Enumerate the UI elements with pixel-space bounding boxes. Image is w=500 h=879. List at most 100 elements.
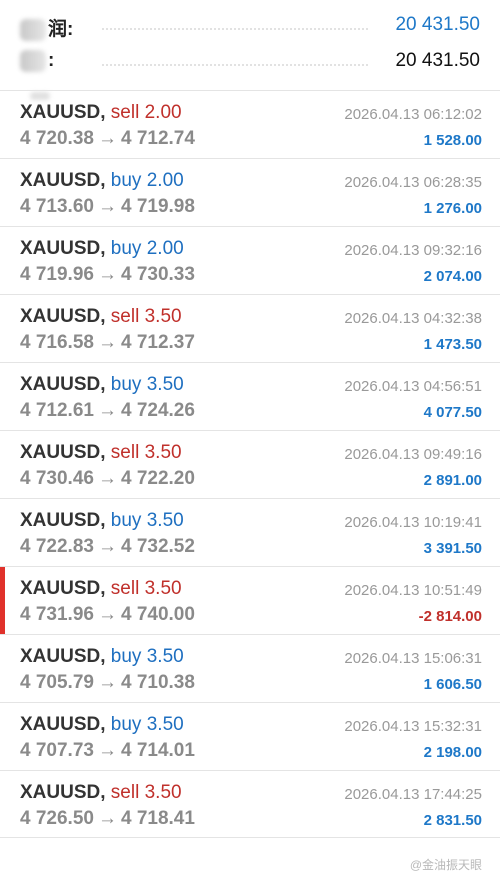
trade-title: XAUUSD, buy 3.50 xyxy=(20,714,184,736)
trade-side: sell xyxy=(110,102,140,123)
trade-symbol: XAUUSD xyxy=(20,170,101,191)
trade-prices: 4 720.38 → 4 712.74 xyxy=(20,128,195,150)
trade-row[interactable]: XAUUSD, sell 3.50 4 730.46 → 4 722.20 2026… xyxy=(0,430,500,498)
separator: , xyxy=(100,442,111,463)
summary-value-balance: 20 431.50 xyxy=(395,50,480,71)
trade-time: 2026.04.13 04:32:38 xyxy=(344,310,482,327)
trade-time: 2026.04.13 15:32:31 xyxy=(344,718,482,735)
separator: , xyxy=(100,782,111,803)
trade-symbol: XAUUSD xyxy=(20,714,101,735)
trade-row[interactable]: XAUUSD, sell 3.50 4 716.58 → 4 712.37 2026… xyxy=(0,294,500,362)
separator: , xyxy=(100,714,111,735)
separator: , xyxy=(100,646,111,667)
trade-title: XAUUSD, sell 3.50 xyxy=(20,306,182,328)
trade-symbol: XAUUSD xyxy=(20,646,101,667)
separator: , xyxy=(100,102,111,123)
trade-prices: 4 712.61 → 4 724.26 xyxy=(20,400,195,422)
arrow-right-icon: → xyxy=(97,400,117,421)
summary-label-suffix: 润: xyxy=(48,19,74,40)
arrow-right-icon: → xyxy=(97,196,117,217)
trade-row[interactable]: XAUUSD, buy 3.50 4 705.79 → 4 710.38 2026.… xyxy=(0,634,500,702)
trade-prices: 4 730.46 → 4 722.20 xyxy=(20,468,195,490)
trade-prices: 4 707.73 → 4 714.01 xyxy=(20,740,195,762)
trade-history-list: XAUUSD, sell 2.00 4 720.38 → 4 712.74 2026… xyxy=(0,90,500,838)
trade-title: XAUUSD, sell 2.00 xyxy=(20,102,182,124)
open-price: 4 730.46 xyxy=(20,468,94,489)
redacted-text xyxy=(20,50,46,72)
trade-title: XAUUSD, buy 2.00 xyxy=(20,238,184,260)
trade-prices: 4 726.50 → 4 718.41 xyxy=(20,808,195,830)
trade-title: XAUUSD, sell 3.50 xyxy=(20,578,182,600)
trade-side: buy xyxy=(110,714,142,735)
trade-profit: 3 391.50 xyxy=(423,540,482,557)
trade-prices: 4 713.60 → 4 719.98 xyxy=(20,196,195,218)
arrow-right-icon: → xyxy=(97,536,117,557)
arrow-right-icon: → xyxy=(97,468,117,489)
loss-marker xyxy=(0,567,5,635)
trade-time: 2026.04.13 09:49:16 xyxy=(344,446,482,463)
close-price: 4 722.20 xyxy=(120,468,195,489)
account-summary: 润: 20 431.50 : 20 431.50 xyxy=(0,0,500,90)
trade-time: 2026.04.13 06:28:35 xyxy=(344,174,482,191)
trade-side: buy xyxy=(110,646,142,667)
trade-side: buy xyxy=(110,170,142,191)
trade-title: XAUUSD, buy 3.50 xyxy=(20,510,184,532)
trade-prices: 4 716.58 → 4 712.37 xyxy=(20,332,195,354)
trade-time: 2026.04.13 04:56:51 xyxy=(344,378,482,395)
close-price: 4 724.26 xyxy=(120,400,195,421)
separator: , xyxy=(100,374,111,395)
summary-label-balance: : xyxy=(20,50,54,72)
trade-profit: 1 528.00 xyxy=(423,132,482,149)
open-price: 4 722.83 xyxy=(20,536,94,557)
trade-side: buy xyxy=(110,374,142,395)
trade-row[interactable]: XAUUSD, buy 3.50 4 722.83 → 4 732.52 2026.… xyxy=(0,498,500,566)
trade-row[interactable]: XAUUSD, buy 2.00 4 719.96 → 4 730.33 2026.… xyxy=(0,226,500,294)
close-price: 4 719.98 xyxy=(120,196,195,217)
trade-side: sell xyxy=(110,578,140,599)
trade-profit: 1 276.00 xyxy=(423,200,482,217)
dotted-leader xyxy=(102,28,368,30)
trade-side: sell xyxy=(110,306,140,327)
trade-symbol: XAUUSD xyxy=(20,578,101,599)
trade-profit: 2 198.00 xyxy=(423,744,482,761)
close-price: 4 712.74 xyxy=(120,128,195,149)
close-price: 4 714.01 xyxy=(120,740,195,761)
trade-volume: 2.00 xyxy=(146,238,184,259)
close-price: 4 718.41 xyxy=(120,808,195,829)
summary-row-balance: : 20 431.50 xyxy=(0,42,500,82)
trade-symbol: XAUUSD xyxy=(20,782,101,803)
open-price: 4 719.96 xyxy=(20,264,94,285)
open-price: 4 720.38 xyxy=(20,128,94,149)
trade-side: sell xyxy=(110,442,140,463)
arrow-right-icon: → xyxy=(97,740,117,761)
trade-row[interactable]: XAUUSD, sell 3.50 4 726.50 → 4 718.41 2026… xyxy=(0,770,500,838)
dotted-leader xyxy=(102,64,368,66)
trade-volume: 3.50 xyxy=(146,374,184,395)
trade-symbol: XAUUSD xyxy=(20,442,101,463)
trade-volume: 3.50 xyxy=(146,510,184,531)
arrow-right-icon: → xyxy=(97,332,117,353)
arrow-right-icon: → xyxy=(97,128,117,149)
trade-side: buy xyxy=(110,238,142,259)
trade-row[interactable]: XAUUSD, sell 2.00 4 720.38 → 4 712.74 2026… xyxy=(0,90,500,158)
trade-row[interactable]: XAUUSD, sell 3.50 4 731.96 → 4 740.00 2026… xyxy=(0,566,500,635)
close-price: 4 732.52 xyxy=(120,536,195,557)
trade-row[interactable]: XAUUSD, buy 3.50 4 707.73 → 4 714.01 2026.… xyxy=(0,702,500,770)
arrow-right-icon: → xyxy=(97,264,117,285)
trade-side: sell xyxy=(110,782,140,803)
trade-row[interactable]: XAUUSD, buy 3.50 4 712.61 → 4 724.26 2026.… xyxy=(0,362,500,430)
trade-symbol: XAUUSD xyxy=(20,238,101,259)
trade-volume: 3.50 xyxy=(146,714,184,735)
trade-symbol: XAUUSD xyxy=(20,306,101,327)
separator: , xyxy=(100,238,111,259)
trade-title: XAUUSD, sell 3.50 xyxy=(20,442,182,464)
trade-title: XAUUSD, buy 3.50 xyxy=(20,646,184,668)
summary-label-profit: 润: xyxy=(20,14,73,41)
trade-time: 2026.04.13 10:51:49 xyxy=(344,582,482,599)
arrow-right-icon: → xyxy=(97,604,117,625)
close-price: 4 712.37 xyxy=(120,332,195,353)
summary-value-profit: 20 431.50 xyxy=(395,14,480,35)
trade-symbol: XAUUSD xyxy=(20,510,101,531)
trade-row[interactable]: XAUUSD, buy 2.00 4 713.60 → 4 719.98 2026.… xyxy=(0,158,500,226)
open-price: 4 716.58 xyxy=(20,332,94,353)
